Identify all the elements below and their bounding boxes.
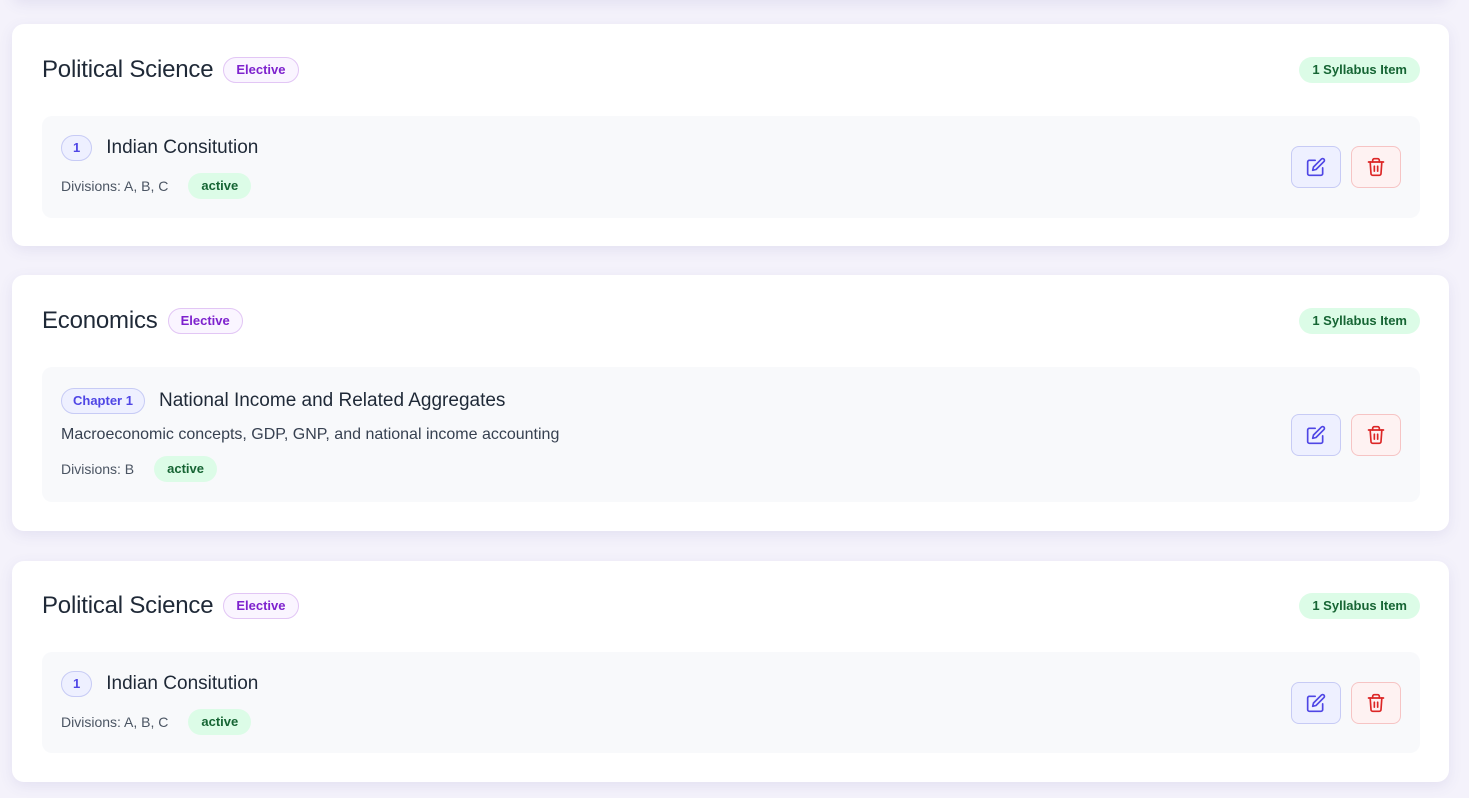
item-divisions: Divisions: A, B, C bbox=[61, 178, 169, 194]
delete-button[interactable] bbox=[1351, 681, 1401, 724]
item-title: Indian Consitution bbox=[106, 137, 259, 158]
subject-title: Political Science bbox=[42, 592, 214, 619]
trash-icon bbox=[1367, 693, 1385, 712]
subject-title: Political Science bbox=[42, 56, 214, 83]
subject-card: Political Science Elective 1 Syllabus It… bbox=[12, 561, 1449, 782]
subject-card-header: Political Science Elective 1 Syllabus It… bbox=[42, 56, 1420, 84]
subject-title: Economics bbox=[42, 307, 158, 334]
subject-card-header: Political Science Elective 1 Syllabus It… bbox=[42, 592, 1420, 620]
item-description: Macroeconomic concepts, GDP, GNP, and na… bbox=[61, 425, 560, 443]
item-number-badge: 1 bbox=[61, 670, 93, 697]
syllabus-count-badge: 1 Syllabus Item bbox=[1299, 593, 1420, 619]
syllabus-page: Political Science Elective 1 Syllabus It… bbox=[0, 0, 1469, 798]
delete-button[interactable] bbox=[1351, 146, 1401, 188]
subject-card: Political Science Elective 1 Syllabus It… bbox=[12, 24, 1449, 246]
edit-icon bbox=[1306, 425, 1326, 444]
subject-card: Economics Elective 1 Syllabus Item Chapt… bbox=[12, 275, 1449, 531]
delete-button[interactable] bbox=[1351, 413, 1401, 456]
status-badge: active bbox=[188, 173, 252, 199]
edit-button[interactable] bbox=[1291, 681, 1341, 724]
status-badge: active bbox=[154, 455, 218, 482]
item-title: National Income and Related Aggregates bbox=[158, 389, 506, 411]
elective-badge: Elective bbox=[167, 308, 243, 334]
elective-badge: Elective bbox=[223, 593, 299, 619]
item-chapter-badge: Chapter 1 bbox=[61, 387, 145, 414]
edit-icon bbox=[1306, 693, 1326, 712]
syllabus-item: 1 Indian Consitution Divisions: A, B, C … bbox=[42, 116, 1420, 218]
edit-button[interactable] bbox=[1291, 146, 1341, 188]
status-badge: active bbox=[188, 708, 252, 735]
syllabus-count-badge: 1 Syllabus Item bbox=[1299, 308, 1420, 334]
edit-icon bbox=[1306, 157, 1326, 177]
subject-card-header: Economics Elective 1 Syllabus Item bbox=[42, 307, 1420, 335]
item-divisions: Divisions: B bbox=[61, 460, 135, 477]
elective-badge: Elective bbox=[223, 57, 299, 83]
item-divisions: Divisions: A, B, C bbox=[61, 713, 169, 730]
edit-button[interactable] bbox=[1291, 413, 1341, 456]
item-number-badge: 1 bbox=[61, 135, 93, 161]
trash-icon bbox=[1367, 425, 1385, 444]
trash-icon bbox=[1367, 157, 1385, 177]
item-title: Indian Consitution bbox=[106, 672, 259, 694]
syllabus-count-badge: 1 Syllabus Item bbox=[1299, 57, 1420, 83]
syllabus-item: Chapter 1 National Income and Related Ag… bbox=[42, 367, 1420, 502]
syllabus-item: 1 Indian Consitution Divisions: A, B, C … bbox=[42, 652, 1420, 753]
